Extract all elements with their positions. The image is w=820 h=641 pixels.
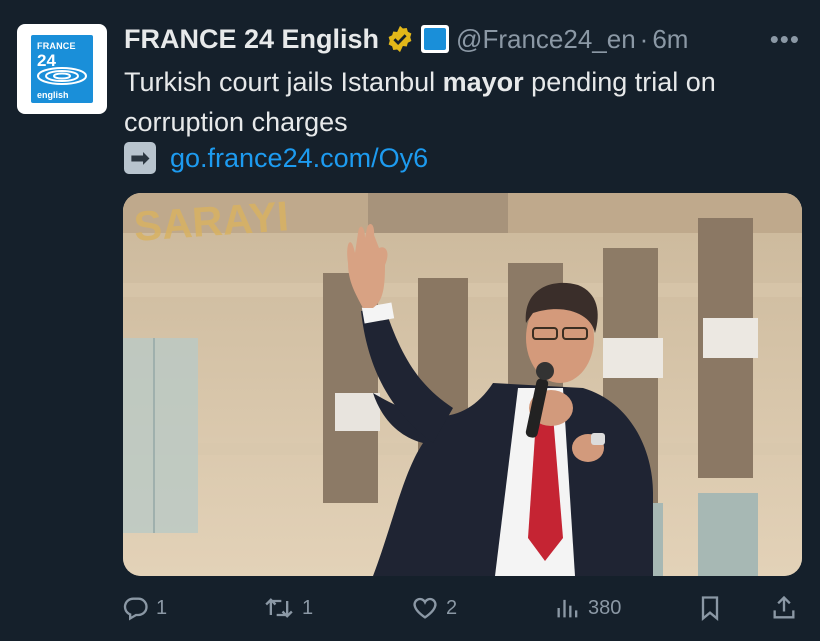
like-count: 2 <box>446 596 458 619</box>
tweet-text: Turkish court jails Istanbul mayor pendi… <box>124 62 814 142</box>
bookmark-button[interactable] <box>696 588 724 628</box>
tweet-header: FRANCE 24 English @France24_en · 6m ••• <box>124 20 800 58</box>
heart-icon <box>413 597 437 619</box>
share-icon <box>773 595 795 619</box>
user-handle[interactable]: @France24_en <box>456 24 636 55</box>
reply-icon <box>123 597 148 621</box>
article-link[interactable]: go.france24.com/Oy6 <box>170 143 428 174</box>
tweet-text-bold: mayor <box>442 67 524 97</box>
logo-swirl-icon <box>37 67 87 85</box>
like-button[interactable]: 2 <box>410 588 457 628</box>
share-button[interactable] <box>770 588 798 628</box>
separator-dot: · <box>639 23 649 54</box>
logo-language-text: english <box>37 90 69 100</box>
repost-icon <box>265 598 293 618</box>
action-bar: 1 1 2 380 <box>118 588 808 628</box>
photo-mayor-waving: SARAYI <box>123 193 802 576</box>
link-line: ➡ go.france24.com/Oy6 <box>124 138 428 178</box>
repost-count: 1 <box>302 596 314 619</box>
logo-brand-text: FRANCE <box>37 41 76 51</box>
tweet-text-part: Turkish court jails Istanbul <box>124 67 443 97</box>
reply-button[interactable]: 1 <box>122 588 167 628</box>
view-count: 380 <box>588 596 622 619</box>
more-options-icon[interactable]: ••• <box>770 24 800 55</box>
views-chart-icon <box>557 599 578 618</box>
bookmark-icon <box>701 596 719 621</box>
france24-logo: FRANCE 24 english <box>31 35 93 103</box>
avatar[interactable]: FRANCE 24 english <box>17 24 107 114</box>
affiliate-badge-icon[interactable] <box>421 25 450 53</box>
timestamp[interactable]: 6m <box>652 24 688 55</box>
arrow-right-icon: ➡ <box>124 142 156 174</box>
reply-count: 1 <box>156 596 168 619</box>
verified-badge-icon[interactable] <box>385 24 415 54</box>
tweet-image[interactable]: SARAYI <box>123 193 802 576</box>
display-name[interactable]: FRANCE 24 English <box>124 24 379 55</box>
repost-button[interactable]: 1 <box>262 588 313 628</box>
views-button[interactable]: 380 <box>554 588 621 628</box>
